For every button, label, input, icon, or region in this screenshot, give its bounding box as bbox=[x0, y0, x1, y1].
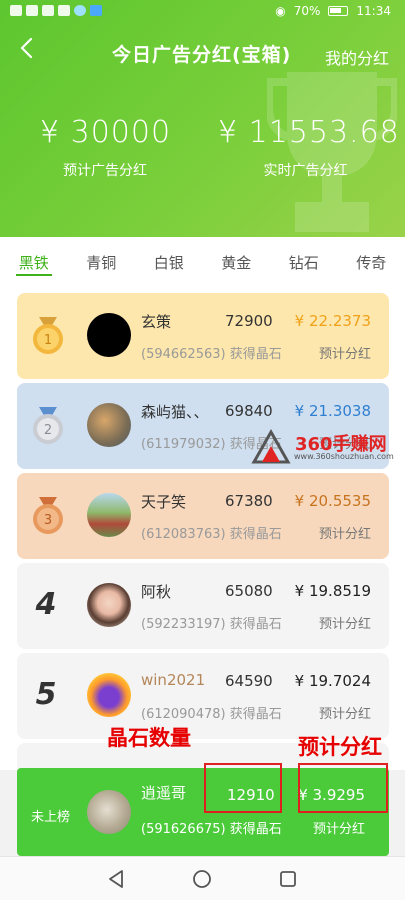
estimated-bonus-label: 预计分红 bbox=[318, 707, 371, 722]
annotation-box-bonus bbox=[298, 763, 388, 813]
nav-back-icon[interactable] bbox=[104, 867, 128, 891]
crystal-count: 69840 bbox=[225, 402, 273, 420]
user-name: win2021 bbox=[141, 671, 206, 689]
estimated-bonus-block: ¥ 30000 预计广告分红 bbox=[40, 115, 170, 180]
rank-number: 4 bbox=[35, 587, 57, 622]
estimated-bonus: ¥ 19.8519 bbox=[294, 582, 371, 600]
header: ◉ 70% 11:34 今日广告分红(宝箱) 我的分红 ¥ 30000 预计广告… bbox=[0, 0, 405, 237]
wifi-icon bbox=[42, 5, 54, 16]
eye-icon: ◉ bbox=[275, 4, 286, 18]
hd-icon bbox=[10, 5, 22, 16]
app-notification-icon bbox=[74, 5, 86, 16]
system-nav-bar bbox=[0, 856, 405, 900]
my-avatar[interactable] bbox=[87, 790, 131, 834]
tab-bronze[interactable]: 青铜 bbox=[68, 237, 136, 285]
tab-gold[interactable]: 黄金 bbox=[203, 237, 271, 285]
crystal-count: 65080 bbox=[225, 582, 273, 600]
svg-text:1: 1 bbox=[44, 333, 52, 348]
ranking-row-4[interactable]: 4 阿秋 (592233197) 获得晶石 65080 ¥ 19.8519 预计… bbox=[17, 563, 389, 649]
tab-legend[interactable]: 传奇 bbox=[338, 237, 405, 285]
user-name: 森屿猫、、 bbox=[141, 403, 209, 421]
avatar[interactable] bbox=[87, 403, 131, 447]
tier-tabs: 黑铁 青铜 白银 黄金 钻石 传奇 bbox=[0, 237, 405, 285]
estimated-bonus: ¥ 20.5535 bbox=[294, 492, 371, 510]
watermark: 360手赚网 www.360shouzhuan.com bbox=[250, 428, 394, 468]
battery-percent: 70% bbox=[293, 4, 321, 18]
avatar[interactable] bbox=[87, 583, 131, 627]
estimated-bonus: ¥ 21.3038 bbox=[294, 402, 371, 420]
estimated-bonus-label: 预计分红 bbox=[318, 347, 371, 362]
nav-home-icon[interactable] bbox=[190, 867, 214, 891]
status-bar: ◉ 70% 11:34 bbox=[0, 0, 405, 24]
user-id: (594662563) 获得晶石 bbox=[141, 347, 282, 362]
watermark-logo-icon bbox=[251, 428, 291, 464]
svg-text:2: 2 bbox=[44, 423, 52, 438]
user-name: 阿秋 bbox=[141, 583, 172, 601]
silver-medal-icon: 2 bbox=[33, 407, 63, 444]
app-notification-icon-2 bbox=[90, 5, 102, 16]
user-id: (612083763) 获得晶石 bbox=[141, 527, 282, 542]
bronze-medal-icon: 3 bbox=[33, 497, 63, 534]
estimated-bonus-label: 预计分红 bbox=[318, 527, 371, 542]
user-id: (592233197) 获得晶石 bbox=[141, 617, 282, 632]
my-bonus-link[interactable]: 我的分红 bbox=[325, 45, 389, 69]
my-user-id: (591626675) 获得晶石 bbox=[141, 822, 282, 837]
estimated-bonus-amount: ¥ 30000 bbox=[40, 115, 172, 150]
svg-text:3: 3 bbox=[44, 513, 52, 528]
tab-iron[interactable]: 黑铁 bbox=[0, 237, 68, 285]
clock: 11:34 bbox=[356, 4, 391, 18]
user-name: 天子笑 bbox=[141, 493, 187, 511]
battery-icon bbox=[328, 6, 349, 16]
ranking-row-3[interactable]: 3 天子笑 (612083763) 获得晶石 67380 ¥ 20.5535 预… bbox=[17, 473, 389, 559]
annotation-box-crystals bbox=[204, 763, 282, 813]
realtime-bonus-amount: ¥ 11553.68 bbox=[218, 115, 400, 150]
annotation-bonus: 预计分红 bbox=[298, 735, 382, 759]
annotation-crystals: 晶石数量 bbox=[107, 726, 191, 750]
estimated-bonus-label: 预计分红 bbox=[318, 617, 371, 632]
user-name: 玄策 bbox=[141, 313, 172, 331]
user-id: (612090478) 获得晶石 bbox=[141, 707, 282, 722]
watermark-url: www.360shouzhuan.com bbox=[294, 452, 394, 461]
cloud-icon bbox=[58, 5, 70, 16]
avatar[interactable] bbox=[87, 313, 131, 357]
rank-number: 5 bbox=[35, 677, 57, 712]
estimated-bonus-label: 预计广告分红 bbox=[63, 163, 147, 179]
gold-medal-icon: 1 bbox=[33, 317, 63, 354]
avatar[interactable] bbox=[87, 673, 131, 717]
tab-silver[interactable]: 白银 bbox=[135, 237, 203, 285]
not-ranked-label: 未上榜 bbox=[31, 810, 71, 825]
realtime-bonus-block: ¥ 11553.68 实时广告分红 bbox=[218, 115, 400, 180]
estimated-bonus: ¥ 19.7024 bbox=[294, 672, 371, 690]
nav-recents-icon[interactable] bbox=[276, 867, 300, 891]
signal-icon bbox=[26, 5, 38, 16]
my-user-name: 逍遥哥 bbox=[141, 784, 187, 802]
avatar[interactable] bbox=[87, 493, 131, 537]
crystal-count: 72900 bbox=[225, 312, 273, 330]
estimated-bonus: ¥ 22.2373 bbox=[294, 312, 371, 330]
tab-diamond[interactable]: 钻石 bbox=[270, 237, 338, 285]
crystal-count: 67380 bbox=[225, 492, 273, 510]
realtime-bonus-label: 实时广告分红 bbox=[263, 163, 348, 179]
ranking-list[interactable]: 1 玄策 (594662563) 获得晶石 72900 ¥ 22.2373 预计… bbox=[0, 285, 405, 770]
crystal-count: 64590 bbox=[225, 672, 273, 690]
my-estimated-bonus-label: 预计分红 bbox=[312, 822, 365, 837]
ranking-row-1[interactable]: 1 玄策 (594662563) 获得晶石 72900 ¥ 22.2373 预计… bbox=[17, 293, 389, 379]
ranking-row-5[interactable]: 5 win2021 (612090478) 获得晶石 64590 ¥ 19.70… bbox=[17, 653, 389, 739]
